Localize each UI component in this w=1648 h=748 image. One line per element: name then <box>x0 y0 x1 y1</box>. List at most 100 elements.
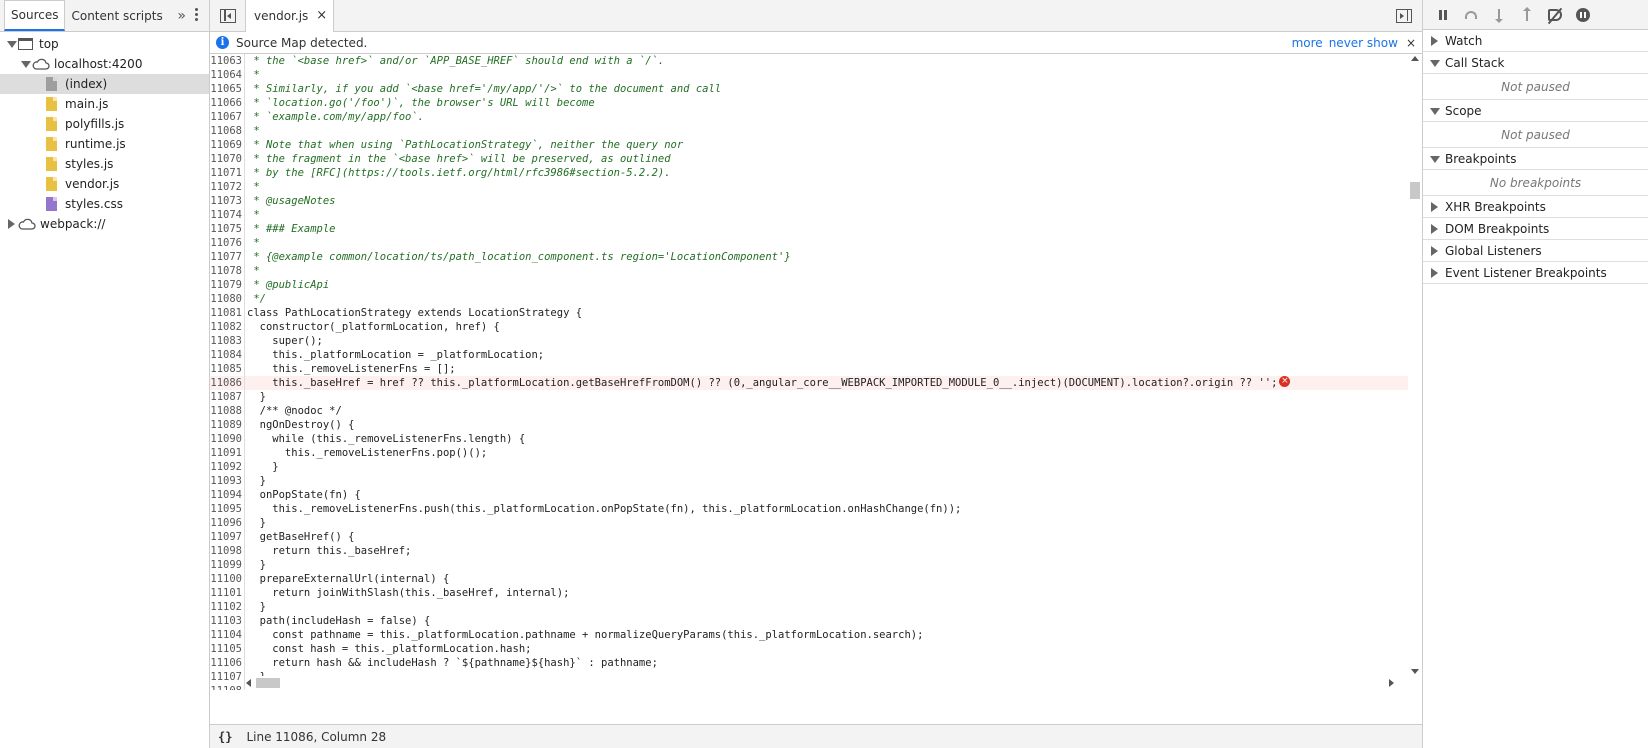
line-number[interactable]: 11104 <box>210 628 242 642</box>
code-line[interactable]: 11080 */ <box>210 292 1408 306</box>
close-icon[interactable]: × <box>316 8 327 23</box>
line-number[interactable]: 11108 <box>210 684 242 690</box>
line-number[interactable]: 11074 <box>210 208 242 222</box>
tree-item[interactable]: (index) <box>0 74 209 94</box>
line-number[interactable]: 11094 <box>210 488 242 502</box>
more-link[interactable]: more <box>1292 36 1323 50</box>
line-number[interactable]: 11097 <box>210 530 242 544</box>
editor-tab-vendor-js[interactable]: vendor.js × <box>245 0 335 32</box>
code-line[interactable]: 11068 * <box>210 124 1408 138</box>
code-line[interactable]: 11101 return joinWithSlash(this._baseHre… <box>210 586 1408 600</box>
expand-arrow-down-icon[interactable] <box>20 59 31 69</box>
toggle-debugger-icon[interactable] <box>1396 9 1412 23</box>
code-line[interactable]: 11086 this._baseHref = href ?? this._pla… <box>210 376 1408 390</box>
pause-on-exceptions-button[interactable] <box>1569 0 1597 30</box>
code-line[interactable]: 11070 * the fragment in the `<base href>… <box>210 152 1408 166</box>
scrollbar-thumb[interactable] <box>1410 182 1420 199</box>
line-number[interactable]: 11073 <box>210 194 242 208</box>
toggle-navigator-icon[interactable] <box>220 8 236 23</box>
line-number[interactable]: 11099 <box>210 558 242 572</box>
line-number[interactable]: 11067 <box>210 110 242 124</box>
step-out-button[interactable] <box>1513 0 1541 30</box>
code-line[interactable]: 11097 getBaseHref() { <box>210 530 1408 544</box>
line-number[interactable]: 11078 <box>210 264 242 278</box>
line-number[interactable]: 11077 <box>210 250 242 264</box>
close-icon[interactable]: × <box>1406 36 1416 50</box>
scroll-up-icon[interactable] <box>1411 56 1419 61</box>
line-number[interactable]: 11101 <box>210 586 242 600</box>
code-line[interactable]: 11104 const pathname = this._platformLoc… <box>210 628 1408 642</box>
line-number[interactable]: 11066 <box>210 96 242 110</box>
code-view[interactable]: 11063 * the `<base href>` and/or `APP_BA… <box>210 54 1408 690</box>
line-number[interactable]: 11095 <box>210 502 242 516</box>
code-line[interactable]: 11063 * the `<base href>` and/or `APP_BA… <box>210 54 1408 68</box>
code-line[interactable]: 11081 class PathLocationStrategy extends … <box>210 306 1408 320</box>
line-number[interactable]: 11065 <box>210 82 242 96</box>
never-show-link[interactable]: never show <box>1329 36 1398 50</box>
code-line[interactable]: 11102 } <box>210 600 1408 614</box>
tree-item[interactable]: localhost:4200 <box>0 54 209 74</box>
code-line[interactable]: 11088 /** @nodoc */ <box>210 404 1408 418</box>
code-line[interactable]: 11076 * <box>210 236 1408 250</box>
code-line[interactable]: 11098 return this._baseHref; <box>210 544 1408 558</box>
line-number[interactable]: 11083 <box>210 334 242 348</box>
tab-content-scripts[interactable]: Content scripts <box>65 0 168 32</box>
line-number[interactable]: 11102 <box>210 600 242 614</box>
scroll-right-icon[interactable] <box>1389 679 1394 687</box>
code-line[interactable]: 11093 } <box>210 474 1408 488</box>
line-number[interactable]: 11075 <box>210 222 242 236</box>
line-number[interactable]: 11079 <box>210 278 242 292</box>
line-number[interactable]: 11096 <box>210 516 242 530</box>
pretty-print-button[interactable]: {} <box>218 730 232 744</box>
code-line[interactable]: 11077 * {@example common/location/ts/pat… <box>210 250 1408 264</box>
code-line[interactable]: 11064 * <box>210 68 1408 82</box>
code-line[interactable]: 11096 } <box>210 516 1408 530</box>
line-number[interactable]: 11087 <box>210 390 242 404</box>
line-number[interactable]: 11080 <box>210 292 242 306</box>
code-line[interactable]: 11065 * Similarly, if you add `<base hre… <box>210 82 1408 96</box>
line-number[interactable]: 11100 <box>210 572 242 586</box>
line-number[interactable]: 11063 <box>210 54 242 68</box>
code-line[interactable]: 11084 this._platformLocation = _platform… <box>210 348 1408 362</box>
code-line[interactable]: 11094 onPopState(fn) { <box>210 488 1408 502</box>
code-line[interactable]: 11075 * ### Example <box>210 222 1408 236</box>
line-number[interactable]: 11090 <box>210 432 242 446</box>
line-number[interactable]: 11086 <box>210 376 242 390</box>
line-number[interactable]: 11091 <box>210 446 242 460</box>
line-number[interactable]: 11092 <box>210 460 242 474</box>
line-number[interactable]: 11085 <box>210 362 242 376</box>
line-number[interactable]: 11081 <box>210 306 242 320</box>
code-line[interactable]: 11105 const hash = this._platformLocatio… <box>210 642 1408 656</box>
line-number[interactable]: 11076 <box>210 236 242 250</box>
vertical-scrollbar[interactable] <box>1408 54 1422 676</box>
code-line[interactable]: 11069 * Note that when using `PathLocati… <box>210 138 1408 152</box>
step-into-button[interactable] <box>1485 0 1513 30</box>
line-number[interactable]: 11103 <box>210 614 242 628</box>
tree-item[interactable]: main.js <box>0 94 209 114</box>
pane-header[interactable]: Breakpoints <box>1423 148 1648 170</box>
tree-item[interactable]: styles.css <box>0 194 209 214</box>
line-number[interactable]: 11082 <box>210 320 242 334</box>
line-number[interactable]: 11106 <box>210 656 242 670</box>
code-line[interactable]: 11083 super(); <box>210 334 1408 348</box>
tab-sources[interactable]: Sources <box>4 0 66 31</box>
code-line[interactable]: 11079 * @publicApi <box>210 278 1408 292</box>
horizontal-scrollbar[interactable] <box>246 676 1394 690</box>
line-number[interactable]: 11068 <box>210 124 242 138</box>
kebab-menu-icon[interactable] <box>189 6 203 26</box>
more-tabs-icon[interactable]: » <box>173 8 191 24</box>
pane-header[interactable]: Global Listeners <box>1423 240 1648 262</box>
code-line[interactable]: 11072 * <box>210 180 1408 194</box>
pane-header[interactable]: Scope <box>1423 100 1648 122</box>
code-line[interactable]: 11091 this._removeListenerFns.pop()(); <box>210 446 1408 460</box>
line-number[interactable]: 11088 <box>210 404 242 418</box>
code-line[interactable]: 11106 return hash && includeHash ? `${pa… <box>210 656 1408 670</box>
expand-arrow-right-icon[interactable] <box>6 219 16 229</box>
line-number[interactable]: 11069 <box>210 138 242 152</box>
line-number[interactable]: 11064 <box>210 68 242 82</box>
code-line[interactable]: 11071 * by the [RFC](https://tools.ietf.… <box>210 166 1408 180</box>
scrollbar-thumb[interactable] <box>256 678 280 688</box>
line-number[interactable]: 11089 <box>210 418 242 432</box>
line-number[interactable]: 11105 <box>210 642 242 656</box>
pane-header[interactable]: Watch <box>1423 30 1648 52</box>
